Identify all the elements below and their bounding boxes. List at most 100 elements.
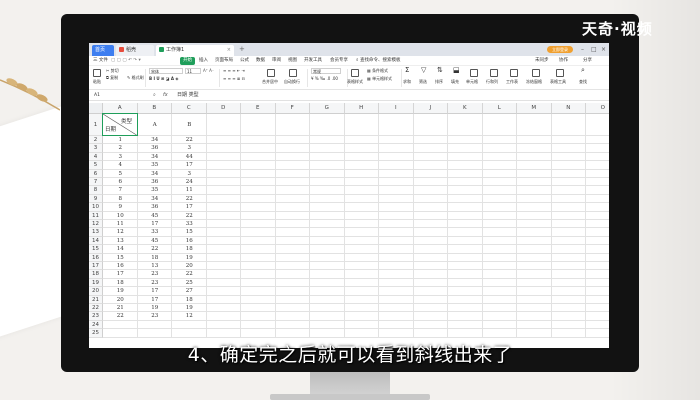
cell-c18[interactable]: 22 xyxy=(172,270,207,278)
column-header-n[interactable]: N xyxy=(551,103,586,114)
cell-c3[interactable]: 3 xyxy=(172,144,207,152)
copy-button[interactable]: ⧉ 复制 xyxy=(106,75,118,81)
column-header-d[interactable]: D xyxy=(206,103,241,114)
cell-b9[interactable]: 34 xyxy=(138,195,173,203)
paste-label[interactable]: 粘贴 xyxy=(93,79,101,85)
cell-header-b[interactable]: A xyxy=(138,122,173,128)
row-header[interactable]: 15 xyxy=(89,245,103,254)
row-header[interactable]: 25 xyxy=(89,329,103,338)
row-header[interactable]: 3 xyxy=(89,144,103,153)
cell-c10[interactable]: 17 xyxy=(172,203,207,211)
cell-c17[interactable]: 20 xyxy=(172,262,207,270)
row-header[interactable]: 11 xyxy=(89,211,103,220)
menu-collab[interactable]: 协作 xyxy=(559,57,568,65)
cell-a22[interactable]: 21 xyxy=(103,304,138,312)
find-icon[interactable]: ⌕ xyxy=(581,67,585,74)
align-top-icons[interactable]: ≡ ≡ ≡ ⇤ ⇥ xyxy=(223,68,245,74)
spreadsheet-grid[interactable]: A B C D E F G H I J K L M N O 1 2 3 4 5 6 7 8 9 10 11 12 13 14 15 16 17… xyxy=(89,103,609,348)
cell-header-c[interactable]: B xyxy=(172,122,207,128)
cell-b3[interactable]: 36 xyxy=(138,144,173,152)
cell-b15[interactable]: 22 xyxy=(138,245,173,253)
cell-c7[interactable]: 24 xyxy=(172,178,207,186)
cell-c23[interactable]: 12 xyxy=(172,312,207,320)
sort-label[interactable]: 排序 xyxy=(435,79,443,85)
cell-c13[interactable]: 15 xyxy=(172,228,207,236)
row-header[interactable]: 24 xyxy=(89,320,103,330)
number-format-icons[interactable]: ¥ % ‰ .0 .00 xyxy=(311,76,338,82)
row-header[interactable]: 10 xyxy=(89,203,103,212)
merge-center-icon[interactable] xyxy=(267,69,275,77)
cell-a15[interactable]: 14 xyxy=(103,245,138,253)
cell-a11[interactable]: 10 xyxy=(103,212,138,220)
cell-b11[interactable]: 45 xyxy=(138,212,173,220)
row-header[interactable]: 18 xyxy=(89,270,103,279)
cell-a18[interactable]: 17 xyxy=(103,270,138,278)
cell-b21[interactable]: 17 xyxy=(138,296,173,304)
table-style-icon[interactable] xyxy=(351,69,359,77)
paste-icon[interactable] xyxy=(93,69,101,77)
row-header[interactable]: 13 xyxy=(89,228,103,237)
cell-c11[interactable]: 22 xyxy=(172,212,207,220)
cell-b14[interactable]: 45 xyxy=(138,237,173,245)
sort-icon[interactable]: ⇅ xyxy=(437,67,443,74)
row-header[interactable]: 20 xyxy=(89,287,103,296)
cell-b7[interactable]: 36 xyxy=(138,178,173,186)
cell-b6[interactable]: 34 xyxy=(138,170,173,178)
login-button[interactable]: 立即登录 xyxy=(547,46,573,53)
worksheet-icon[interactable] xyxy=(510,69,518,77)
row-header[interactable]: 8 xyxy=(89,186,103,195)
cell-b18[interactable]: 23 xyxy=(138,270,173,278)
cell-c16[interactable]: 19 xyxy=(172,254,207,262)
cell-a8[interactable]: 7 xyxy=(103,186,138,194)
column-header-o[interactable]: O xyxy=(586,103,609,114)
menu-share[interactable]: 分享 xyxy=(583,57,592,65)
cell-a1-selection[interactable] xyxy=(102,113,138,136)
cell-c19[interactable]: 25 xyxy=(172,279,207,287)
column-header-l[interactable]: L xyxy=(482,103,517,114)
row-header[interactable]: 17 xyxy=(89,262,103,271)
column-header-m[interactable]: M xyxy=(517,103,552,114)
row-header[interactable]: 12 xyxy=(89,220,103,229)
formula-input[interactable]: 日期 类型 xyxy=(177,92,199,99)
name-box[interactable]: A1 xyxy=(92,92,148,99)
row-header[interactable]: 1 xyxy=(89,114,103,136)
cond-format-button[interactable]: ▦ 条件格式 xyxy=(367,68,388,74)
cell-b13[interactable]: 33 xyxy=(138,228,173,236)
cell-a16[interactable]: 15 xyxy=(103,254,138,262)
cell-c8[interactable]: 11 xyxy=(172,186,207,194)
cell-b17[interactable]: 13 xyxy=(138,262,173,270)
minimize-icon[interactable]: – xyxy=(581,43,584,56)
cell-c2[interactable]: 22 xyxy=(172,136,207,144)
cell-a7[interactable]: 6 xyxy=(103,178,138,186)
cell-b20[interactable]: 17 xyxy=(138,287,173,295)
number-format-select[interactable]: 常规 xyxy=(311,68,341,74)
row-header[interactable]: 5 xyxy=(89,161,103,170)
cell-b8[interactable]: 35 xyxy=(138,186,173,194)
cell-b23[interactable]: 23 xyxy=(138,312,173,320)
fill-icon[interactable]: ⬓ xyxy=(453,67,460,74)
cell-style-button[interactable]: ▦ 单元格样式 xyxy=(367,76,392,82)
menu-unsync[interactable]: 未同步 xyxy=(535,57,549,65)
row-header[interactable]: 16 xyxy=(89,253,103,262)
cell-a2[interactable]: 1 xyxy=(103,136,138,144)
menu-start[interactable]: 开始 xyxy=(180,57,195,65)
cell-label[interactable]: 单元格 xyxy=(466,79,478,85)
new-tab-button[interactable]: + xyxy=(239,44,245,55)
cell-b12[interactable]: 17 xyxy=(138,220,173,228)
cell-c6[interactable]: 3 xyxy=(172,170,207,178)
column-header-b[interactable]: B xyxy=(137,103,172,114)
column-header-e[interactable]: E xyxy=(241,103,276,114)
cell-c21[interactable]: 18 xyxy=(172,296,207,304)
wrap-text-label[interactable]: 自动换行 xyxy=(284,79,300,85)
filter-icon[interactable]: ▽ xyxy=(421,67,426,74)
cell-icon[interactable] xyxy=(470,69,478,77)
cell-a3[interactable]: 2 xyxy=(103,144,138,152)
tab-home[interactable]: 首页 xyxy=(92,45,114,56)
cell-a6[interactable]: 5 xyxy=(103,170,138,178)
menu-formula[interactable]: 公式 xyxy=(240,57,249,65)
font-grow-shrink-icons[interactable]: A⁺ A⁻ xyxy=(203,68,214,74)
cell-b10[interactable]: 36 xyxy=(138,203,173,211)
font-name-select[interactable]: 宋体 xyxy=(149,68,183,74)
menu-review[interactable]: 审阅 xyxy=(272,57,281,65)
cell-c22[interactable]: 19 xyxy=(172,304,207,312)
